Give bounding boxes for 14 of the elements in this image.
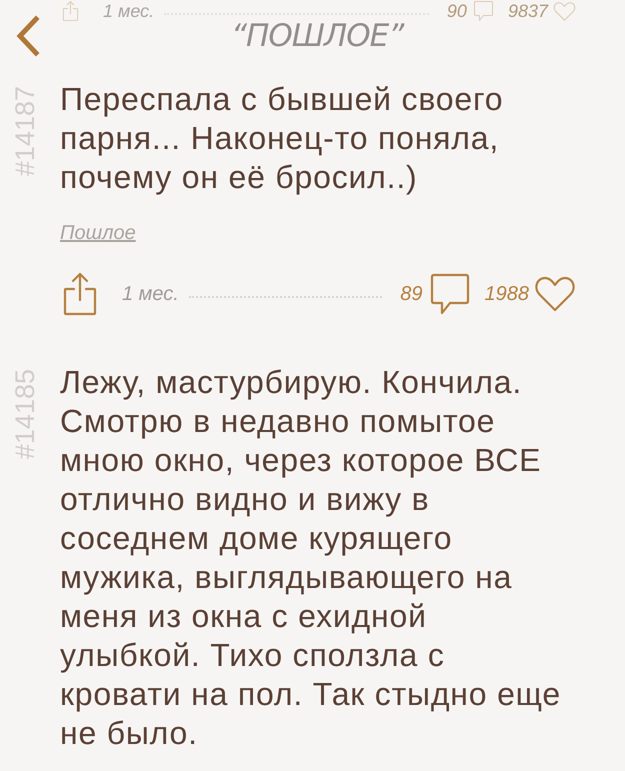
time-label: 1 мес. [122,282,179,306]
back-icon[interactable] [15,15,41,57]
like-count: 9837 [508,0,548,22]
post-text: Переспала с бывшей своего парня... Наконец-то поняла, почему он её бросил..) [60,80,504,197]
post-text: Лежу, мастурбирую. Кончила. Смотрю в недавно помытое мною окно, через которое ВСЕ отлично видно и вижу в соседнем доме курящего мужика, выглядывающего на меня из окна с ехидной улыбкой. Тихо сползла с кровати на пол. Так стыдно еще не было. [60,363,562,753]
comment-icon[interactable] [428,272,470,316]
heart-icon[interactable] [534,275,576,313]
share-icon[interactable] [62,271,98,317]
like-count: 1988 [484,282,529,306]
time-label: 1 мес. [103,0,154,22]
category-link[interactable]: Пошлое [60,221,136,245]
comment-count: 90 [446,0,467,22]
nav-title: “ПОШЛОЕ” [231,18,404,54]
comment-count: 89 [400,282,422,306]
